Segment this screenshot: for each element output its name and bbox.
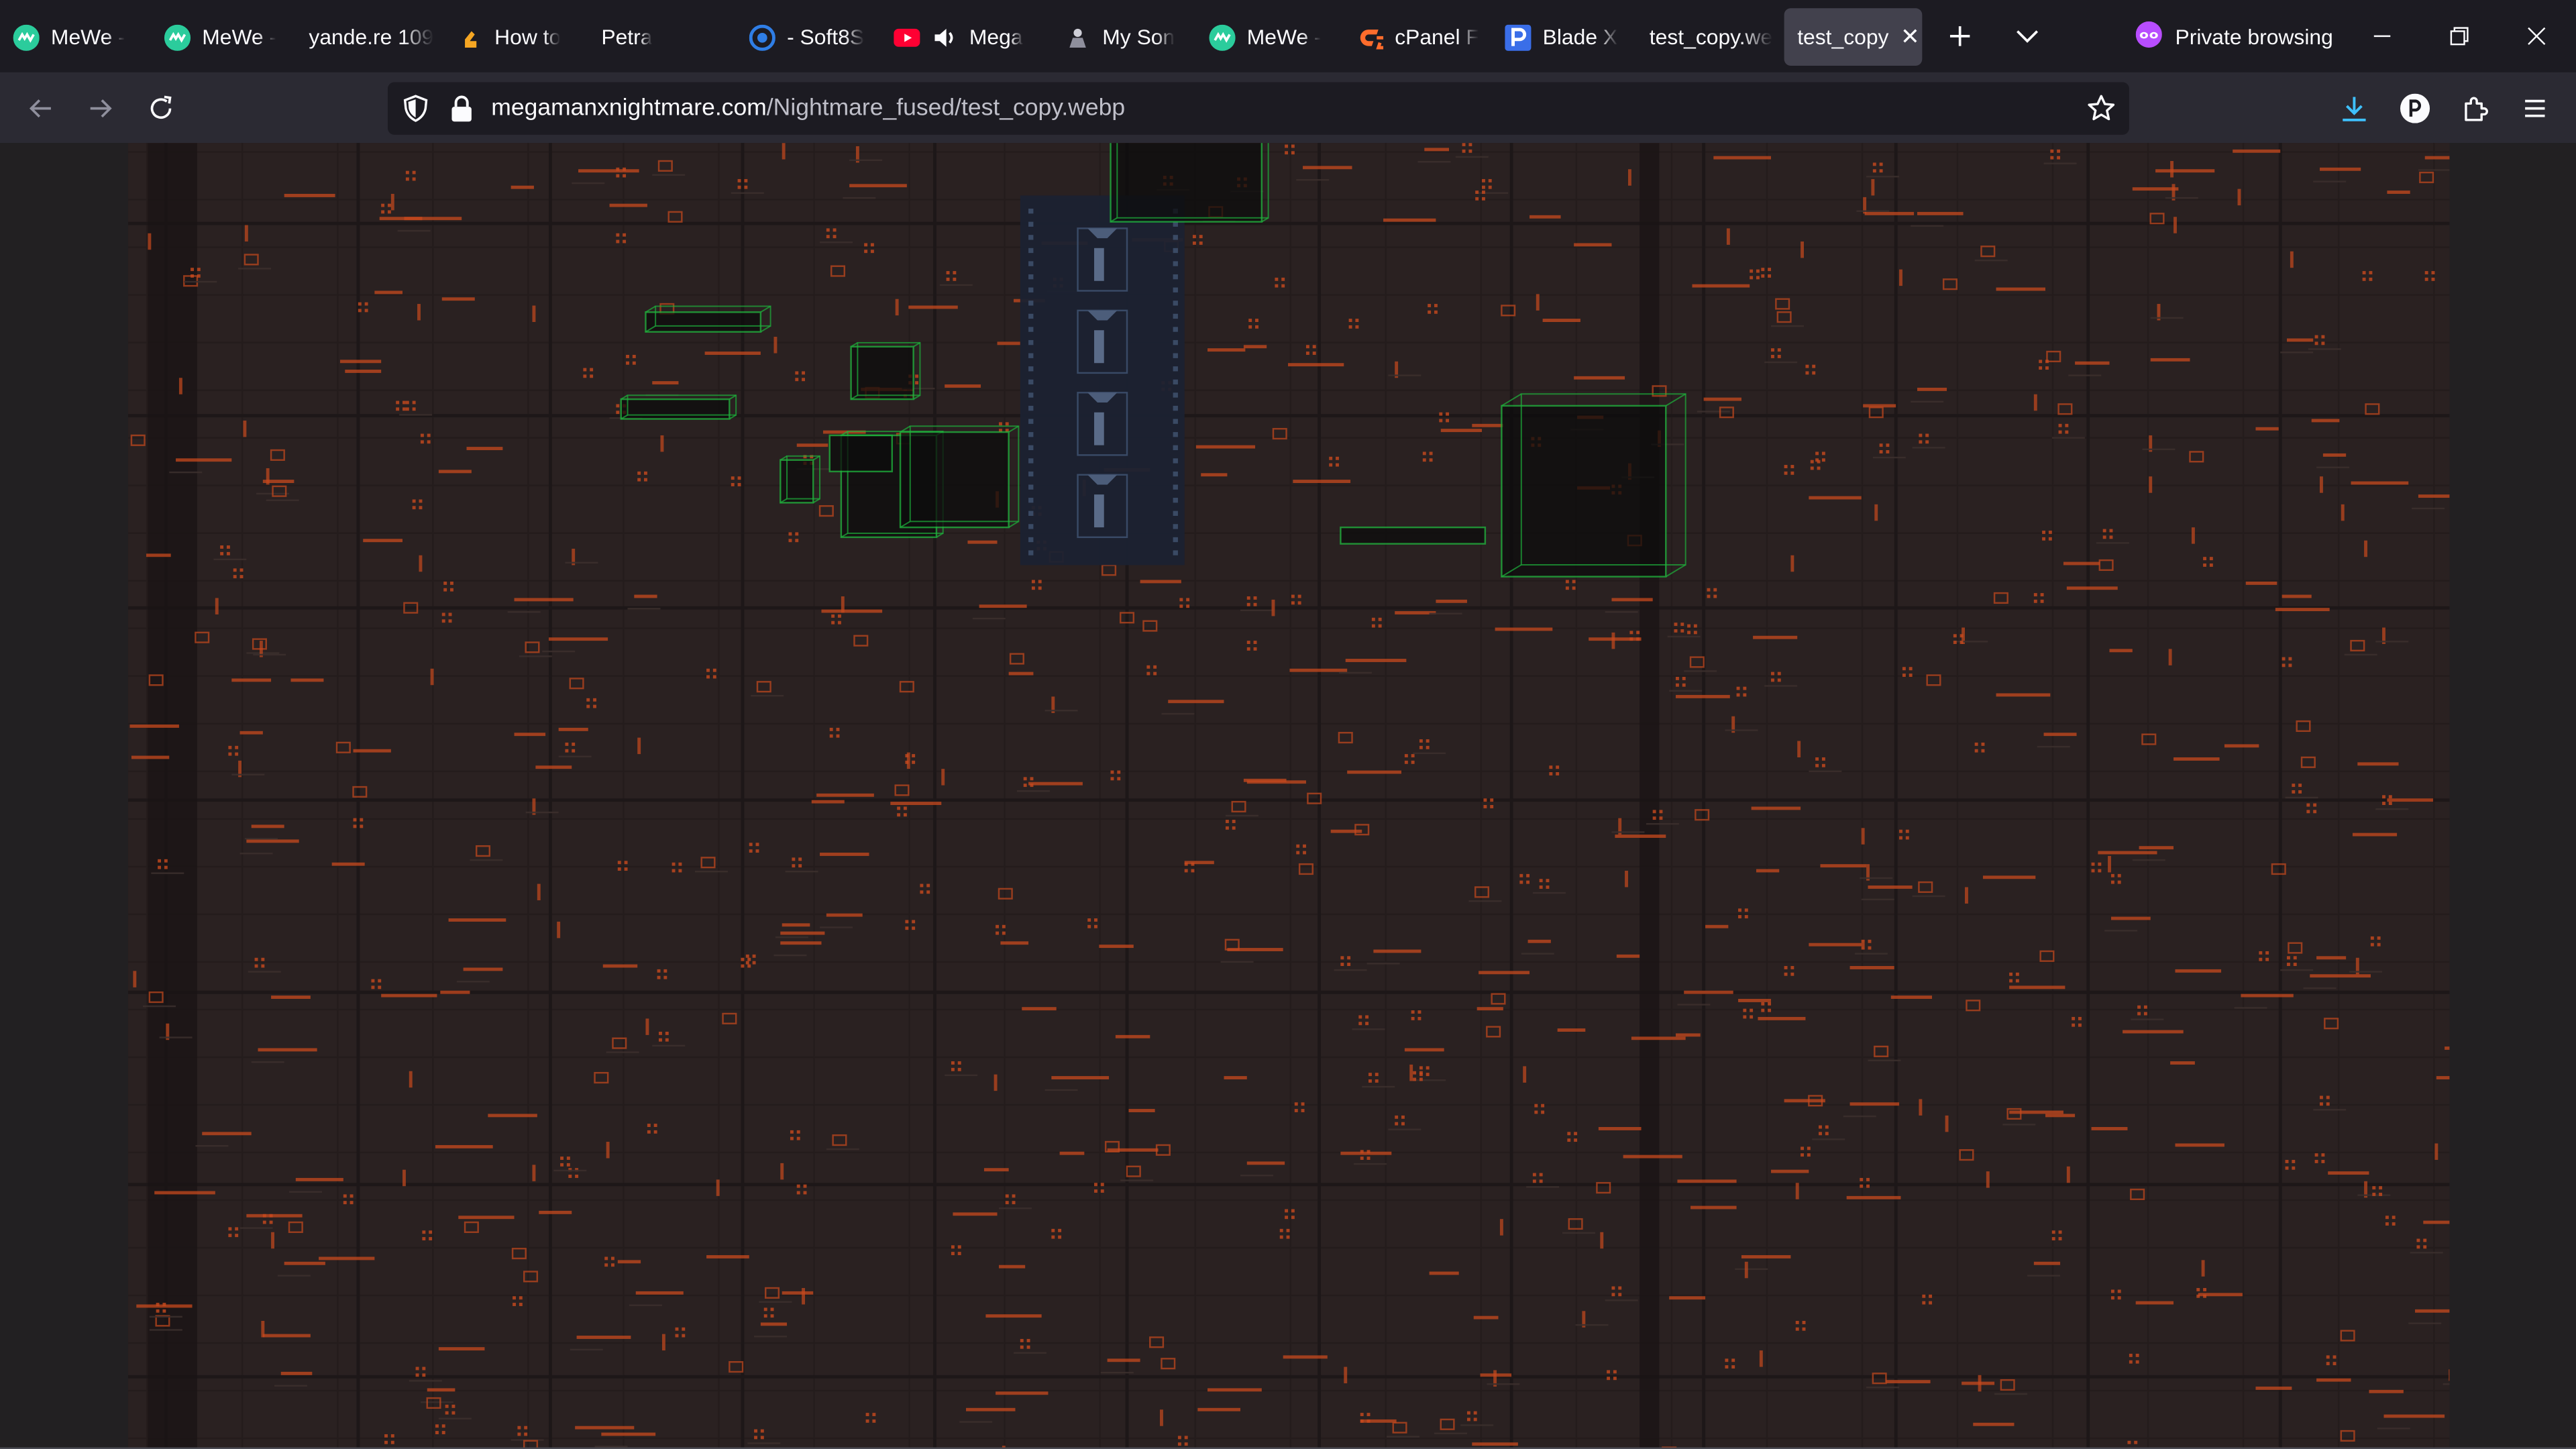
displayed-webp-image[interactable] [128,143,2450,1449]
downloads-button[interactable] [2330,84,2379,133]
instructables-icon [457,24,483,50]
cpanel-icon [1357,24,1384,50]
back-button[interactable] [16,84,65,133]
tab-label: MeWe - [202,24,277,50]
list-all-tabs-button[interactable] [2004,13,2051,60]
tab-label: MeWe - [50,24,125,50]
minimize-button[interactable] [2345,10,2420,62]
tab-label: test_copy.we [1649,24,1773,50]
private-browsing-label: Private browsing [2175,23,2333,49]
restore-icon [2450,27,2469,46]
tab-label: Mega [969,24,1023,50]
tab-label: MeWe - [1246,24,1322,50]
close-window-button[interactable] [2499,10,2575,62]
plus-icon [1949,26,1970,46]
tab-test-copy-active[interactable]: test_copy ✕ [1784,8,1923,66]
chevron-down-icon [2017,30,2039,43]
close-icon [2528,27,2546,45]
p-icon [1505,23,1532,50]
tab-label: test_copy [1797,24,1889,50]
tracking-protection-shield-icon[interactable] [401,94,431,131]
tab-mega-youtube[interactable]: Mega [881,8,1035,66]
soft-icon [749,23,775,50]
mewe-icon [164,23,191,50]
speaker-icon[interactable] [932,24,958,50]
tab-test-copy-webp[interactable]: test_copy.we [1636,8,1778,66]
address-bar[interactable]: megamanxnightmare.com/Nightmare_fused/te… [387,82,2129,135]
tab-label: - Soft8S [787,24,865,50]
mewe-icon [13,23,40,50]
tab-label: Petra [601,24,653,50]
private-mask-icon [2135,20,2162,52]
download-arrow-icon [2343,97,2366,121]
tab-label: Blade X [1542,24,1618,50]
tab-mewe-3[interactable]: MeWe - [1196,8,1341,66]
browser-window: MeWe - MeWe - yande.re 109 How to Petra … [0,0,2576,1449]
tab-my-son[interactable]: My Son [1051,8,1196,66]
puzzle-icon [2465,97,2488,121]
tab-soft8s[interactable]: - Soft8S [736,8,877,66]
mewe-icon [1209,23,1236,50]
private-browsing-indicator: Private browsing [2135,18,2333,54]
robot-icon [1065,24,1091,50]
tab-blade-x[interactable]: Blade X [1492,8,1633,66]
new-tab-button[interactable] [1937,13,1983,60]
arrow-left-icon [29,99,51,118]
tech-wall-texture [129,143,2450,1449]
navigation-toolbar: megamanxnightmare.com/Nightmare_fused/te… [0,72,2576,144]
youtube-icon [894,24,920,50]
app-menu-button[interactable] [2510,84,2559,133]
extensions-button[interactable] [2451,84,2500,133]
tab-how-to[interactable]: How to [443,8,588,66]
tab-label: yande.re 109 [309,24,434,50]
forward-button[interactable] [76,84,125,133]
lock-icon[interactable] [449,94,475,131]
arrow-right-icon [90,99,112,118]
hamburger-menu-icon [2525,99,2545,117]
reload-button[interactable] [136,84,185,133]
minimize-icon [2373,35,2391,38]
restore-button[interactable] [2422,10,2498,62]
tab-mewe-2[interactable]: MeWe - [151,8,296,66]
tab-petra[interactable]: Petra [588,8,733,66]
url-text: megamanxnightmare.com/Nightmare_fused/te… [491,95,1125,121]
page-content [0,143,2576,1449]
tab-label: cPanel F [1395,24,1479,50]
account-button[interactable] [2390,84,2439,133]
tab-yandere[interactable]: yande.re 109 [296,8,441,66]
account-p-icon [2400,93,2430,123]
bookmark-star-icon[interactable] [2086,94,2116,131]
reload-icon [150,95,172,119]
close-tab-icon[interactable]: ✕ [1898,23,1921,51]
tab-mewe-1[interactable]: MeWe - [0,8,148,66]
tab-strip: MeWe - MeWe - yande.re 109 How to Petra … [0,0,2576,72]
tab-label: How to [494,24,561,50]
tab-cpanel[interactable]: cPanel F [1344,8,1489,66]
url-path: /Nightmare_fused/test_copy.webp [766,95,1126,122]
tab-label: My Son [1102,24,1175,50]
url-host: megamanxnightmare.com [491,95,767,122]
